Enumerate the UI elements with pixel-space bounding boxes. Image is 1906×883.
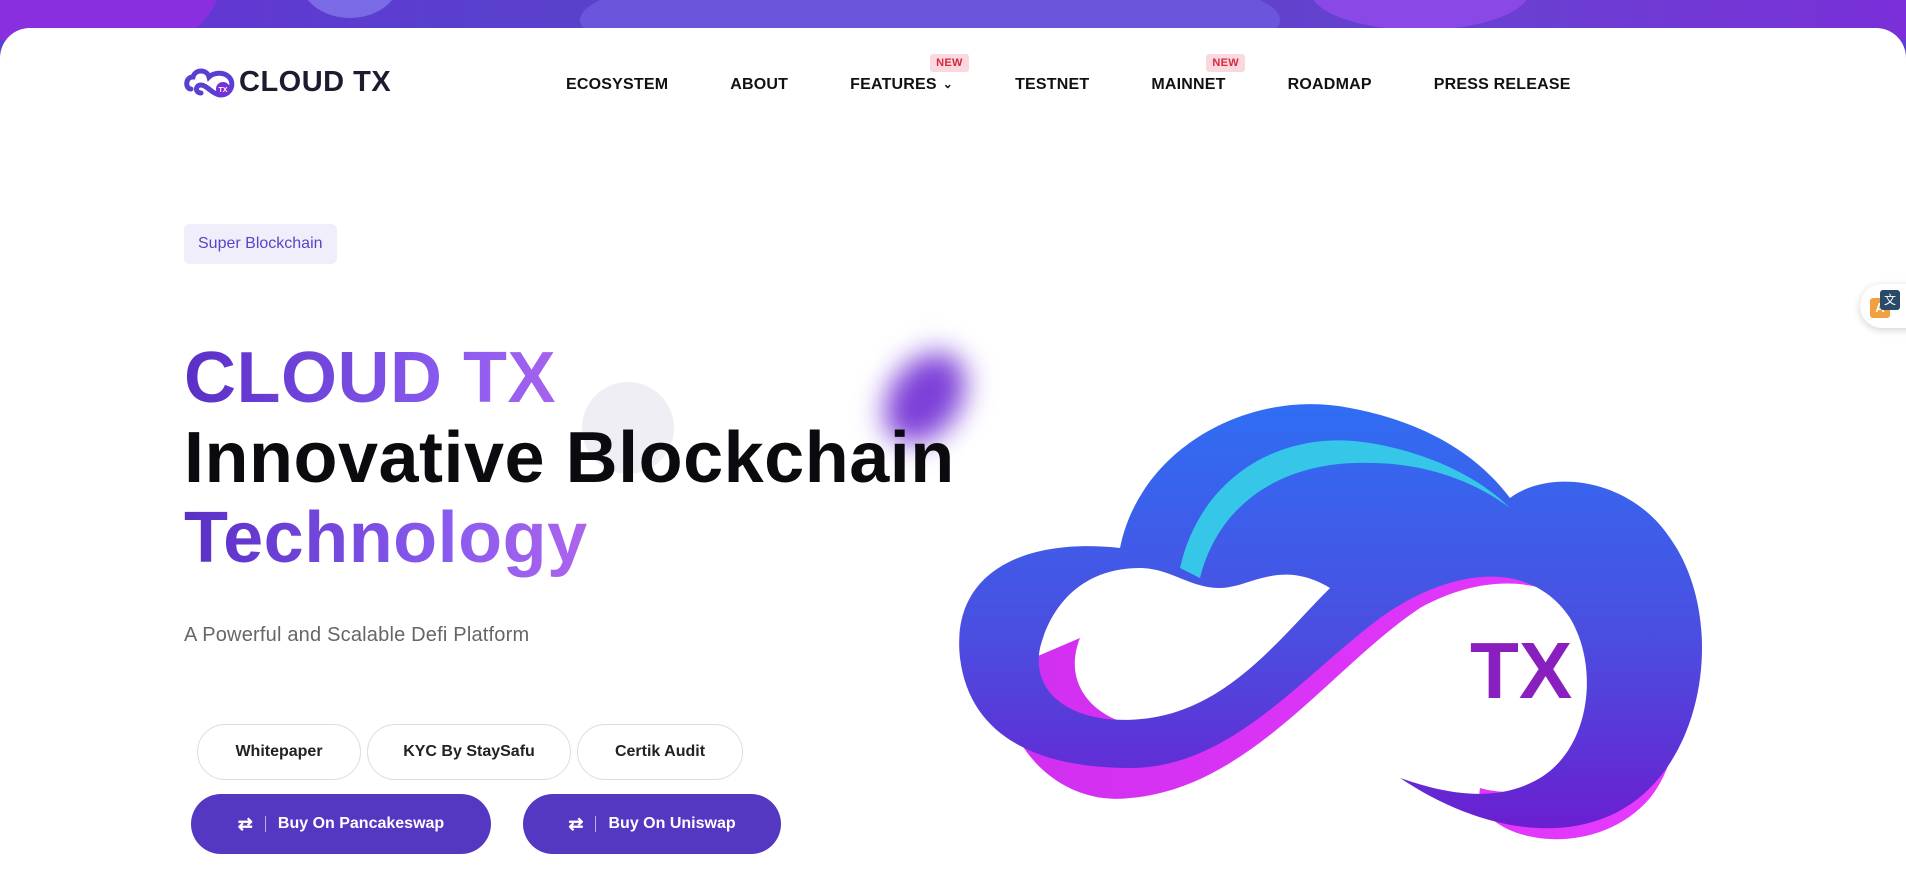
swap-icon: ⇄ <box>237 814 253 834</box>
whitepaper-button[interactable]: Whitepaper <box>197 724 361 780</box>
nav-item-roadmap[interactable]: ROADMAP <box>1288 76 1372 94</box>
hero-tag: Super Blockchain <box>184 224 337 264</box>
hero-title: CLOUD TX Innovative Blockchain Technolog… <box>184 338 955 578</box>
nav-item-features[interactable]: NEW FEATURES ⌄ <box>850 54 969 94</box>
nav-item-press-release[interactable]: PRESS RELEASE <box>1434 76 1571 94</box>
nav-item-ecosystem[interactable]: ECOSYSTEM <box>566 76 668 94</box>
chevron-down-icon: ⌄ <box>942 77 954 91</box>
nav-item-about[interactable]: ABOUT <box>730 76 788 94</box>
main-nav: ECOSYSTEM ABOUT NEW FEATURES ⌄ TESTNET NE… <box>566 54 1633 94</box>
kyc-button[interactable]: KYC By StaySafu <box>367 724 571 780</box>
hero-title-line2: Innovative Blockchain <box>184 418 955 498</box>
cloud-logo-icon: TX <box>184 68 235 98</box>
banner-shape <box>1310 0 1530 30</box>
logo-text: CLOUD TX <box>239 65 392 98</box>
new-badge: NEW <box>930 54 969 72</box>
buy-uniswap-label: Buy On Uniswap <box>608 815 736 832</box>
hero-title-line3: Technology <box>184 498 955 578</box>
certik-audit-button[interactable]: Certik Audit <box>577 724 743 780</box>
translate-icon-secondary: 文 <box>1880 290 1900 310</box>
logo-mark-text: TX <box>219 87 228 94</box>
buy-pancakeswap-button[interactable]: ⇄ Buy On Pancakeswap <box>191 794 491 854</box>
cloud-tx-illustration: TX <box>959 404 1703 840</box>
main-page: TX CLOUD TX ECOSYSTEM ABOUT NEW FEATURES… <box>0 28 1906 883</box>
hero-subtitle: A Powerful and Scalable Defi Platform <box>184 624 530 646</box>
nav-item-testnet[interactable]: TESTNET <box>1015 76 1089 94</box>
buy-uniswap-button[interactable]: ⇄ Buy On Uniswap <box>523 794 781 854</box>
buy-pancakeswap-label: Buy On Pancakeswap <box>277 815 445 832</box>
illustration-tx-text: TX <box>1470 626 1572 715</box>
site-logo[interactable]: TX CLOUD TX <box>183 65 391 99</box>
divider <box>264 816 266 832</box>
new-badge: NEW <box>1206 54 1245 72</box>
divider <box>595 816 597 832</box>
swap-icon: ⇄ <box>568 814 584 834</box>
translate-widget[interactable]: A 文 <box>1860 284 1906 328</box>
nav-item-mainnet[interactable]: NEW MAINNET <box>1151 54 1245 94</box>
hero-title-line1: CLOUD TX <box>184 338 955 418</box>
banner-shape <box>300 0 400 18</box>
